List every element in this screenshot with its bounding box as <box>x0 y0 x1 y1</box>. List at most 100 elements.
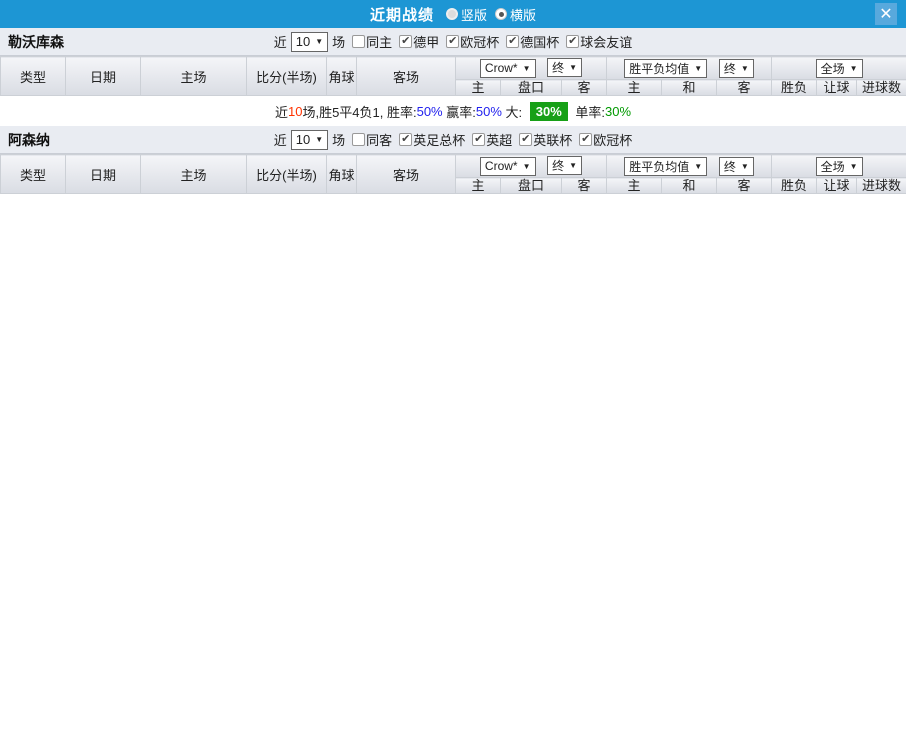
matches-table-arsenal: 类型 日期 主场 比分(半场) 角球 客场 Crow* ▼ 终 ▼ 胜平负均值 ▼ 终… <box>0 154 906 194</box>
league-checkbox[interactable] <box>399 35 413 48</box>
col-avg-draw: 和 <box>661 79 718 96</box>
result-group-header: 全场 ▼ <box>771 154 906 178</box>
scope-select[interactable]: 全场 ▼ <box>815 156 863 176</box>
col-odds-away: 客 <box>560 177 608 194</box>
chevron-down-icon: ▼ <box>740 161 749 171</box>
col-handicap-result: 让球 <box>816 177 858 194</box>
section-bar-leverkusen: 勒沃库森 近 10▼ 场 同主 德甲 欧冠杯 德国杯 球会友谊 <box>0 28 906 56</box>
summary-segment: 50% <box>475 103 502 119</box>
col-handicap-result: 让球 <box>816 79 858 96</box>
final-select[interactable]: 终 ▼ <box>547 156 583 176</box>
same-venue-checkbox[interactable] <box>352 133 366 146</box>
col-avg-home: 主 <box>606 177 663 194</box>
league-checkbox[interactable] <box>579 133 593 146</box>
chevron-down-icon: ▼ <box>694 63 703 73</box>
summary-segment: 30% <box>529 101 568 121</box>
league-checkbox[interactable] <box>506 35 520 48</box>
match-count-select[interactable]: 10 ▼ <box>290 31 329 52</box>
col-handicap: 盘口 <box>500 79 562 96</box>
panel-title: 近期战绩 <box>369 6 434 24</box>
handicap-group-header: Crow* ▼ 终 ▼ <box>454 154 608 178</box>
same-venue-checkbox[interactable] <box>352 35 366 48</box>
layout-radio-group: 竖版 横版 <box>438 5 536 24</box>
league-filter-label: 英足总杯 <box>413 133 466 148</box>
col-home: 主场 <box>140 154 247 194</box>
radio-horizontal-icon[interactable] <box>495 8 507 20</box>
col-home: 主场 <box>140 56 247 96</box>
league-filter-label: 英联杯 <box>533 133 573 148</box>
col-date: 日期 <box>65 56 141 96</box>
recent-results-panel: 近期战绩 竖版 横版 ✕ 勒沃库森 近 10▼ 场 同主 德甲 欧冠杯 德国杯 … <box>0 0 906 749</box>
near-label: 近 <box>273 35 287 50</box>
avg-group-header: 胜平负均值 ▼ 终 ▼ <box>606 154 773 178</box>
filters: 近 10▼ 场 同主 德甲 欧冠杯 德国杯 球会友谊 <box>273 31 633 52</box>
col-type: 类型 <box>0 154 66 194</box>
col-away: 客场 <box>356 154 456 194</box>
chevron-down-icon: ▼ <box>849 161 858 171</box>
near-label: 近 <box>273 133 287 148</box>
radio-vertical-label[interactable]: 竖版 <box>461 5 487 24</box>
match-count-select[interactable]: 10 ▼ <box>290 129 329 150</box>
summary-segment: 单率: <box>571 104 605 120</box>
matches-table-leverkusen: 类型 日期 主场 比分(半场) 角球 客场 Crow* ▼ 终 ▼ 胜平负均值 ▼ 终… <box>0 56 906 96</box>
chevron-down-icon: ▼ <box>569 161 578 171</box>
titlebar: 近期战绩 竖版 横版 ✕ <box>0 0 906 28</box>
league-filter-label: 球会友谊 <box>580 35 633 50</box>
scope-select[interactable]: 全场 ▼ <box>815 58 863 78</box>
col-score: 比分(半场) <box>246 154 327 194</box>
final-select[interactable]: 终 ▼ <box>718 156 754 176</box>
league-checkbox[interactable] <box>566 35 580 48</box>
chevron-down-icon: ▼ <box>849 63 858 73</box>
chevron-down-icon: ▼ <box>694 161 703 171</box>
summary-bar: 近 10 场,胜5平4负1, 胜率: 50% 赢率: 50% 大: 30% 单率: 30% <box>0 96 906 126</box>
close-icon[interactable]: ✕ <box>875 3 897 25</box>
final-select[interactable]: 终 ▼ <box>547 58 583 78</box>
radio-vertical-icon[interactable] <box>445 8 458 20</box>
games-label: 场 <box>332 133 346 148</box>
league-checkbox[interactable] <box>446 35 460 48</box>
chevron-down-icon: ▼ <box>569 63 578 73</box>
league-checkbox[interactable] <box>399 133 413 146</box>
summary-segment: 50% <box>416 103 443 119</box>
bookmaker-select[interactable]: Crow* ▼ <box>479 156 536 176</box>
league-filter-label: 德国杯 <box>520 35 560 50</box>
section-bar-arsenal: 阿森纳 近 10▼ 场 同客 英足总杯 英超 英联杯 欧冠杯 <box>0 126 906 154</box>
handicap-group-header: Crow* ▼ 终 ▼ <box>454 56 608 80</box>
avg-group-header: 胜平负均值 ▼ 终 ▼ <box>606 56 773 80</box>
col-handicap: 盘口 <box>500 177 562 194</box>
col-avg-away: 客 <box>716 177 773 194</box>
avg-select[interactable]: 胜平负均值 ▼ <box>624 58 708 78</box>
result-group-header: 全场 ▼ <box>771 56 906 80</box>
chevron-down-icon: ▼ <box>740 63 749 73</box>
avg-select[interactable]: 胜平负均值 ▼ <box>624 156 708 176</box>
col-odds-home: 主 <box>455 177 501 194</box>
chevron-down-icon: ▼ <box>315 37 324 46</box>
same-venue-label: 同主 <box>366 35 393 50</box>
col-score: 比分(半场) <box>246 56 327 96</box>
col-corner: 角球 <box>326 154 357 194</box>
summary-segment: 场,胜5平4负1, 胜率: <box>302 104 417 120</box>
league-checkbox[interactable] <box>472 133 486 146</box>
col-corner: 角球 <box>326 56 357 96</box>
col-type: 类型 <box>0 56 66 96</box>
bookmaker-select[interactable]: Crow* ▼ <box>479 58 536 78</box>
final-select[interactable]: 终 ▼ <box>718 58 754 78</box>
col-away: 客场 <box>356 56 456 96</box>
chevron-down-icon: ▼ <box>522 63 531 73</box>
radio-horizontal-label[interactable]: 横版 <box>510 5 536 24</box>
league-checkbox[interactable] <box>519 133 533 146</box>
col-odds-home: 主 <box>455 79 501 96</box>
team-name: 阿森纳 <box>8 131 50 148</box>
team-name: 勒沃库森 <box>8 33 64 50</box>
summary-segment: 近 <box>274 104 288 120</box>
col-outcome: 胜负 <box>771 79 818 96</box>
chevron-down-icon: ▼ <box>315 135 324 144</box>
col-goals: 进球数 <box>856 79 906 96</box>
summary-segment: 大: <box>501 104 526 120</box>
same-venue-label: 同客 <box>366 133 393 148</box>
league-filter-label: 德甲 <box>413 35 440 50</box>
league-filter-label: 英超 <box>486 133 513 148</box>
col-goals: 进球数 <box>856 177 906 194</box>
summary-segment: 30% <box>605 103 632 119</box>
summary-segment: 10 <box>287 103 303 119</box>
